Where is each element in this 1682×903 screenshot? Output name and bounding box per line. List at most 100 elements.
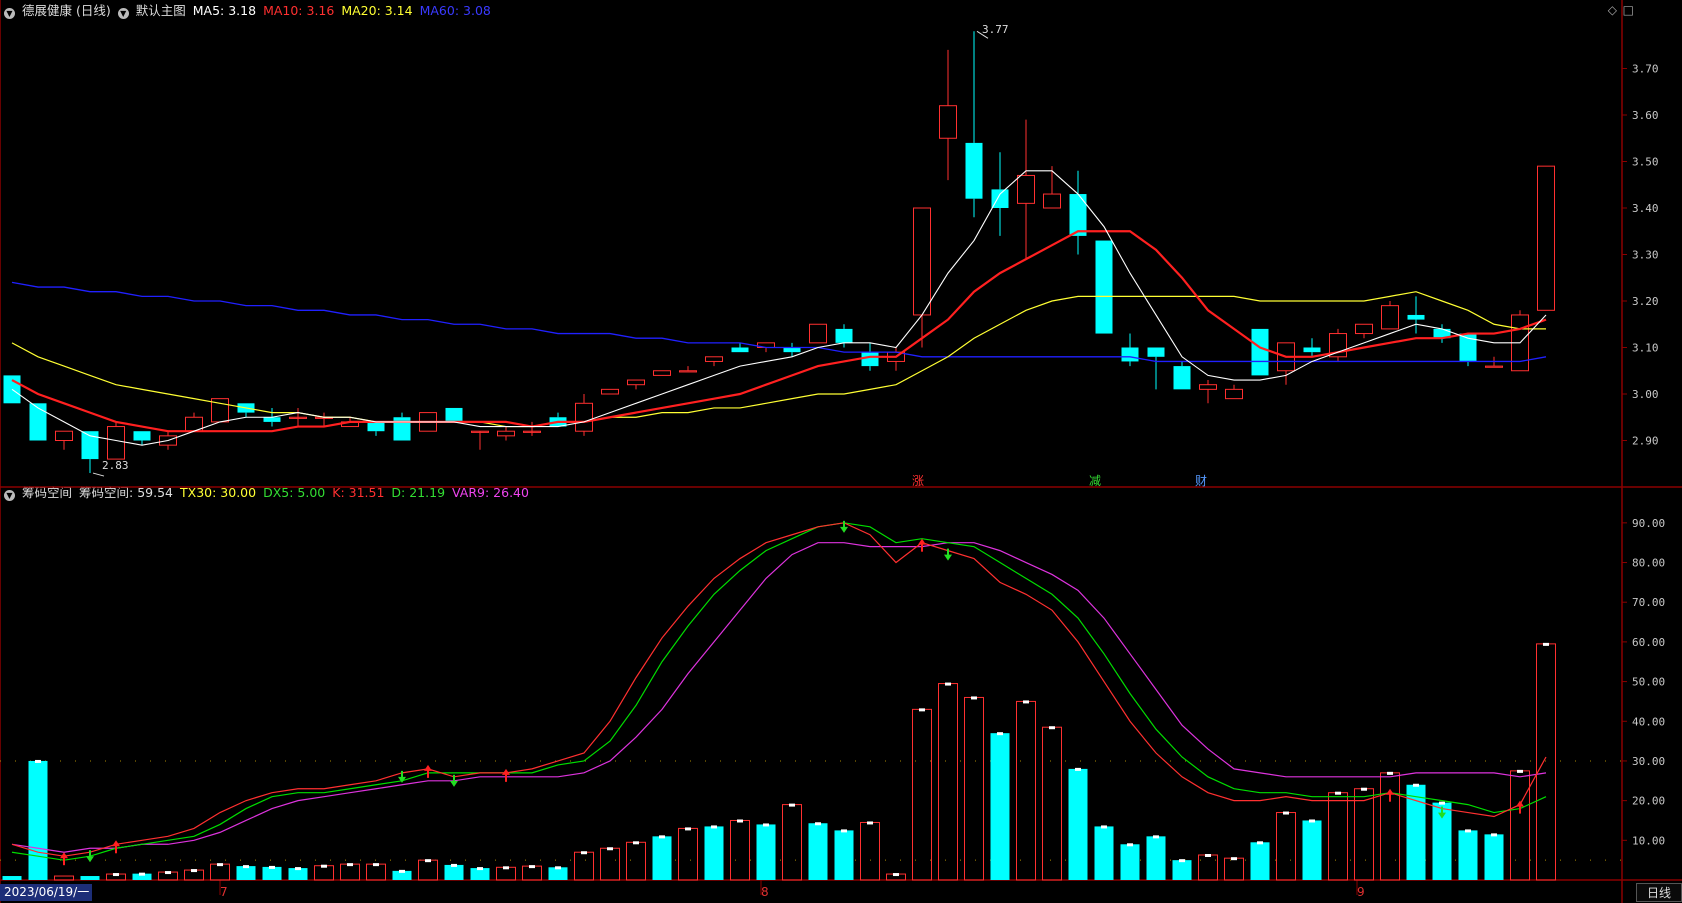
- chip-bar: [1094, 826, 1114, 880]
- candle-body: [835, 328, 853, 343]
- chip-bar: [1250, 842, 1270, 880]
- chip-bar: [314, 865, 334, 881]
- chip-bar: [678, 827, 698, 881]
- candle-body: [1121, 347, 1139, 362]
- candle: [1407, 296, 1425, 334]
- chip-bar: [600, 847, 620, 881]
- candle-body: [497, 430, 515, 437]
- candle: [913, 207, 931, 348]
- candle-body: [1355, 323, 1373, 335]
- bar-cap: [815, 822, 821, 826]
- chart-frame: [0, 0, 1682, 903]
- candle-body: [1043, 193, 1061, 209]
- bar-cap: [35, 759, 41, 763]
- chip-bar: [444, 864, 464, 880]
- chip-bar: [1302, 820, 1322, 880]
- bar-cap: [841, 829, 847, 833]
- chip-bar: [366, 863, 386, 881]
- chip-bar: [1510, 770, 1530, 881]
- candle: [887, 347, 905, 371]
- bar-cap: [1335, 791, 1341, 795]
- candle-body: [679, 370, 697, 373]
- bar-cap: [1491, 833, 1497, 837]
- chip-bar: [80, 876, 100, 880]
- bar-cap: [1231, 857, 1237, 861]
- bar-cap: [893, 873, 899, 877]
- price-tick-label: 3.70: [1632, 63, 1659, 76]
- chip-bar: [1172, 860, 1192, 880]
- candle: [1251, 328, 1269, 376]
- bar-cap: [347, 863, 353, 867]
- candle: [1095, 240, 1113, 334]
- indicator-tick-label: 50.00: [1632, 676, 1665, 689]
- bar-cap: [503, 866, 509, 870]
- candle: [3, 375, 21, 404]
- chip-bar: [782, 804, 802, 881]
- price-tick-label: 3.50: [1632, 156, 1659, 169]
- period-selector[interactable]: 日线: [1636, 883, 1682, 902]
- candle-body: [1303, 347, 1321, 353]
- candle-body: [1069, 194, 1087, 236]
- candle: [1173, 361, 1191, 390]
- event-marker-finance[interactable]: 财: [1195, 472, 1207, 489]
- low-price-label: 2.83: [102, 459, 129, 472]
- bar-cap: [789, 803, 795, 807]
- candle-body: [939, 105, 957, 139]
- chip-bar: [1354, 788, 1374, 881]
- chip-bar: [1042, 726, 1062, 881]
- indicator-tick-label: 80.00: [1632, 557, 1665, 570]
- indicator-chart: [0, 520, 1622, 881]
- candle-body: [1381, 305, 1399, 330]
- candle-body: [3, 375, 21, 404]
- candle-body: [367, 421, 385, 432]
- bar-cap: [243, 865, 249, 869]
- candle-body: [1251, 328, 1269, 376]
- candle: [185, 412, 203, 432]
- bar-cap: [477, 867, 483, 871]
- indicator-tick-label: 70.00: [1632, 596, 1665, 609]
- candle: [289, 407, 307, 427]
- bar-cap: [1283, 811, 1289, 815]
- chip-bar: [808, 823, 828, 880]
- candle: [965, 31, 983, 218]
- event-marker-rise[interactable]: 涨: [912, 472, 924, 489]
- candlestick-chart: [3, 30, 1555, 477]
- cursor-date: 2023/06/19/一: [0, 884, 92, 901]
- indicator-tick-label: 40.00: [1632, 715, 1665, 728]
- candle-body: [809, 323, 827, 344]
- chip-bar: [522, 865, 542, 881]
- candle-body: [393, 417, 411, 441]
- indicator-tick-label: 60.00: [1632, 636, 1665, 649]
- chip-bar: [938, 683, 958, 881]
- event-marker-reduce[interactable]: 减: [1089, 472, 1101, 489]
- candle-body: [445, 407, 463, 422]
- bar-cap: [1413, 783, 1419, 787]
- candle: [1147, 347, 1165, 390]
- candle: [549, 412, 567, 427]
- candle: [1277, 342, 1295, 385]
- candle: [81, 431, 99, 474]
- chip-bar: [418, 859, 438, 881]
- sell-arrow-icon: [840, 526, 848, 533]
- price-tick-label: 3.10: [1632, 342, 1659, 355]
- bar-cap: [1153, 835, 1159, 839]
- var9-line: [11, 542, 1547, 853]
- bar-cap: [191, 869, 197, 873]
- price-tick-label: 3.30: [1632, 249, 1659, 262]
- bar-cap: [269, 865, 275, 869]
- bar-cap: [1049, 726, 1055, 730]
- candle: [705, 356, 723, 367]
- candle: [601, 388, 619, 395]
- price-tick-label: 3.60: [1632, 109, 1659, 122]
- indicator-tick-label: 20.00: [1632, 795, 1665, 808]
- chart-area[interactable]: 3.70 3.60 3.50 3.40 3.30 3.20 3.10 3.00 2.90 90.0…: [0, 0, 1682, 903]
- month-label-7: 7: [220, 885, 228, 899]
- bar-cap: [321, 864, 327, 868]
- bar-cap: [633, 841, 639, 845]
- candle-body: [133, 431, 151, 441]
- chip-bar: [834, 830, 854, 880]
- price-tick-label: 3.00: [1632, 388, 1659, 401]
- chip-bar: [730, 819, 750, 881]
- candle: [445, 407, 463, 422]
- candle: [1381, 301, 1399, 330]
